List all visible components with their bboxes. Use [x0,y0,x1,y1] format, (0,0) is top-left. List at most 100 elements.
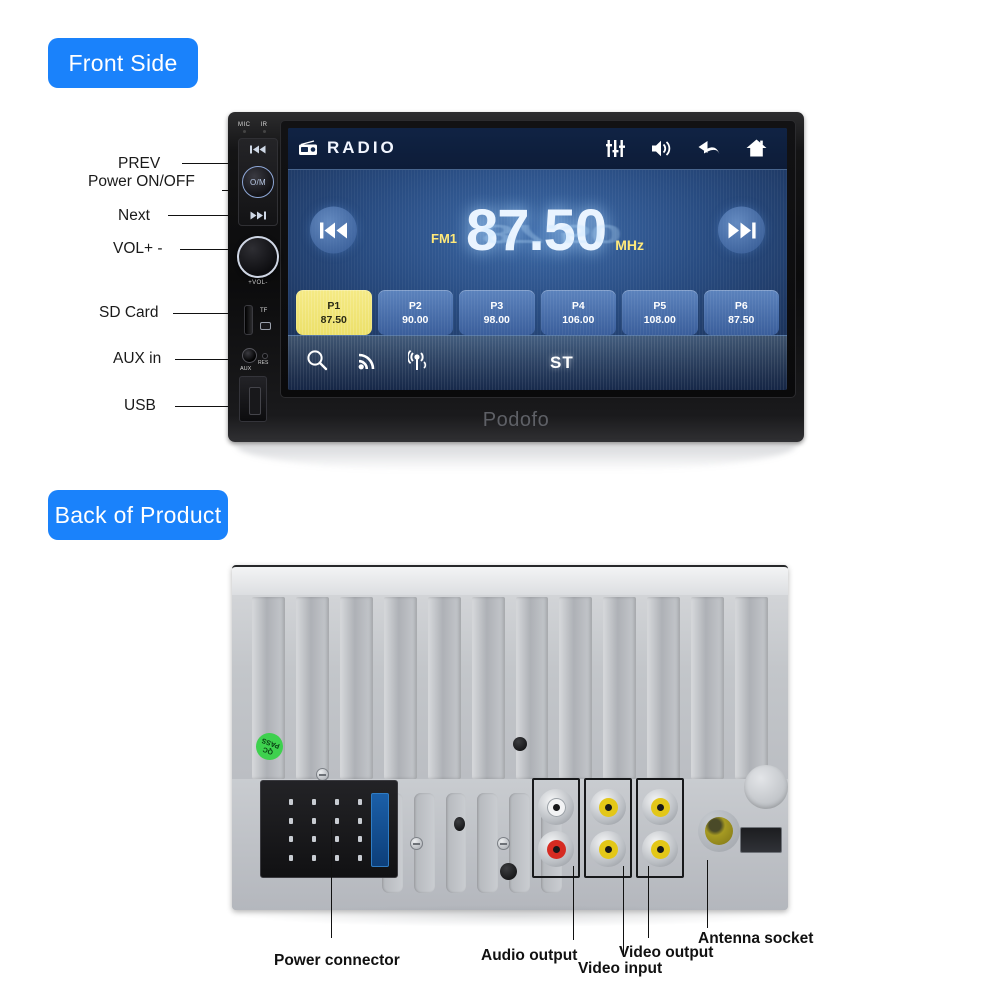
pin [334,854,339,861]
brand-name: Podofo [482,409,550,431]
callout-aux-label: AUX in [113,350,162,367]
leader-power-connector [331,820,332,938]
equalizer-icon[interactable] [606,139,625,157]
tune-up-button[interactable] [718,206,765,254]
rca-jack-yellow[interactable] [590,831,626,867]
callout-prev-label: PREV [118,155,161,172]
preset-button[interactable]: P1 87.50 [296,290,372,335]
touch-screen[interactable]: RADIO FM1 87.50 MHz 87.50 P1 87.50 P2 90… [288,128,787,390]
next-track-icon[interactable] [239,211,277,220]
ir-label: IR [261,122,268,133]
mic-ir-marks: MIC IR [238,122,268,133]
fin [339,597,373,779]
leader-antenna-socket [707,860,708,928]
aux-jack[interactable] [242,348,257,363]
preset-button[interactable]: P5 108.00 [622,290,698,335]
frequency-unit: MHz [615,236,644,253]
volume-icon[interactable] [651,140,672,157]
search-icon[interactable] [306,349,328,376]
groove [477,793,499,893]
reset-button[interactable] [262,353,268,359]
antenna-socket[interactable] [698,810,740,852]
rca-jack-yellow[interactable] [642,831,678,867]
pin [334,836,339,843]
back-of-product-badge-label: Back of Product [54,501,222,528]
leader-audio-output [573,866,574,940]
fin [383,597,417,779]
rca-jack-yellow[interactable] [590,789,626,825]
tune-down-button[interactable] [310,206,357,254]
callout-next-label: Next [118,207,150,224]
power-button-label: O/M [249,177,266,187]
chassis-hole [500,863,517,880]
volume-knob-label: +VOL- [248,280,268,286]
sd-card-slot[interactable]: TF [242,303,276,339]
card-shape-icon [260,322,271,330]
fin [559,597,593,779]
chassis-hole [513,737,527,751]
preset-freq: 98.00 [483,313,510,326]
signal-icon[interactable] [358,350,378,375]
heatsink-fins [252,597,769,779]
callout-video-input-label: Video input [578,960,663,977]
pin [311,817,316,824]
fin [515,597,549,779]
leader-video-output [648,866,649,938]
radio-icon [298,140,318,156]
prev-track-icon[interactable] [239,145,277,154]
back-unit-shadow [240,905,785,927]
back-unit: QC PASS [232,565,788,910]
preset-button[interactable]: P4 106.00 [540,290,616,335]
pin [311,836,316,843]
rca-jack-white[interactable] [538,789,574,825]
preset-button[interactable]: P3 98.00 [459,290,535,335]
fin [471,597,505,779]
leader-video-input [623,866,624,956]
preset-name: P5 [653,299,667,312]
tuner-display: FM1 87.50 MHz 87.50 [288,170,787,291]
pin [288,799,293,806]
connector-pins [279,793,371,867]
callout-antenna-socket-label: Antenna socket [698,930,814,947]
home-icon[interactable] [746,139,767,157]
tf-label: TF [260,308,268,314]
power-connector[interactable] [260,780,398,878]
video-output-jacks[interactable] [636,778,684,878]
preset-freq: 87.50 [728,313,755,326]
chassis-hole [454,817,465,831]
fuse [371,793,389,867]
pin [357,799,362,806]
radio-wave-icon[interactable] [407,349,430,376]
screw [410,837,423,850]
rca-jack-yellow[interactable] [642,789,678,825]
rca-jack-red[interactable] [538,831,574,867]
pin [288,817,293,824]
preset-name: P1 [327,299,341,312]
power-button[interactable]: O/M [242,166,274,198]
band-label: FM1 [431,230,458,246]
black-connector[interactable] [740,827,782,853]
audio-output-jacks[interactable] [532,778,580,878]
front-unit: MIC IR O/M +VOL- TF RES AUX RADIO FM1 87… [228,112,804,442]
control-strip: MIC IR O/M +VOL- TF RES AUX [234,120,282,434]
fin [735,597,769,779]
pin [311,799,316,806]
stereo-indicator[interactable]: ST [550,353,574,373]
preset-name: P4 [571,299,585,312]
callout-power-connector-label: Power connector [274,952,400,969]
volume-knob[interactable] [237,236,279,278]
aux-label: AUX [240,366,252,372]
callout-usb-label: USB [124,397,156,414]
video-input-jacks[interactable] [584,778,632,878]
pin [334,817,339,824]
mic-label: MIC [238,122,251,133]
res-label: RES [258,360,269,366]
screen-bottom-bar: ST [288,334,787,390]
preset-freq: 87.50 [320,313,347,326]
back-of-product-badge: Back of Product [48,490,228,540]
screw [497,837,510,850]
preset-button[interactable]: P6 87.50 [703,290,779,335]
back-arrow-icon[interactable] [698,140,720,156]
preset-button[interactable]: P2 90.00 [377,290,453,335]
fin [647,597,681,779]
